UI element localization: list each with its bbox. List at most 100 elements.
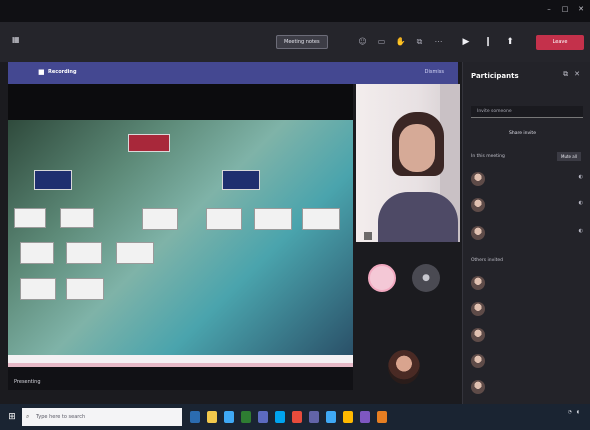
- participant-row[interactable]: ◐: [471, 196, 587, 216]
- taskbar-app-icon[interactable]: [326, 411, 336, 423]
- taskbar-app-icon[interactable]: [309, 411, 319, 423]
- avatar: [471, 328, 485, 342]
- windows-start-icon[interactable]: ⊞: [6, 411, 18, 423]
- participant-video-tile[interactable]: [356, 84, 460, 242]
- org-chart-box: [116, 242, 154, 264]
- dismiss-button[interactable]: Dismiss: [425, 69, 444, 75]
- org-chart-branch-right: [222, 170, 260, 190]
- taskbar-app-icon[interactable]: [343, 411, 353, 423]
- shared-content-stage: Presenting: [8, 84, 353, 390]
- raise-hand-icon[interactable]: ✋: [394, 34, 407, 50]
- taskbar-search-placeholder: Type here to search: [36, 414, 86, 420]
- system-tray: ◔ ◖: [568, 410, 584, 415]
- taskbar-app-icon[interactable]: [241, 411, 251, 423]
- notification-banner: ■ Recording Dismiss: [8, 62, 458, 84]
- taskbar-app-icon[interactable]: [224, 411, 234, 423]
- avatar: [471, 302, 485, 316]
- org-chart-box: [20, 278, 56, 300]
- mute-all-button[interactable]: Mute all: [557, 152, 581, 161]
- slide-footer-accent: [8, 363, 353, 367]
- org-chart-box: [20, 242, 54, 264]
- toolbar-controls: ▶ ❙ ⬆: [458, 34, 518, 50]
- participant-body: [378, 192, 458, 242]
- grid-icon[interactable]: ▦: [12, 35, 20, 44]
- close-icon[interactable]: ✕: [574, 70, 580, 79]
- camera-icon[interactable]: ▶: [458, 34, 474, 50]
- mic-icon: ◐: [578, 174, 583, 180]
- panel-title: Participants: [471, 72, 519, 80]
- org-chart-box: [14, 208, 46, 228]
- participant-row[interactable]: [471, 352, 587, 372]
- taskbar-app-icon[interactable]: [292, 411, 302, 423]
- pop-out-icon[interactable]: ⧉: [563, 70, 568, 79]
- search-icon: ⌕: [26, 413, 30, 420]
- maximize-button[interactable]: □: [560, 4, 570, 14]
- toolbar-left: ▦: [12, 35, 27, 44]
- participant-row[interactable]: [471, 378, 587, 398]
- wifi-icon[interactable]: ◔: [568, 410, 572, 415]
- avatar: [471, 226, 485, 240]
- participant-row[interactable]: ◐: [471, 170, 587, 190]
- avatar: [471, 380, 485, 394]
- window-controls: – □ ✕: [544, 4, 586, 14]
- video-tile-name: [364, 232, 372, 240]
- windows-taskbar: ⊞ ⌕ Type here to search ◔ ◖: [0, 404, 590, 430]
- org-chart-box: [60, 208, 94, 228]
- share-screen-icon[interactable]: ⬆: [502, 34, 518, 50]
- org-chart-top-box: [128, 134, 170, 152]
- others-section-label[interactable]: Others invited: [471, 258, 503, 263]
- org-chart-branch-left: [34, 170, 72, 190]
- mic-icon: ◐: [578, 228, 583, 234]
- toolbar-actions: ☺ ▭ ✋ ⧉ ⋯: [356, 34, 445, 50]
- panel-controls: ⧉ ✕: [563, 70, 580, 79]
- participant-photo-avatar[interactable]: [388, 350, 420, 384]
- org-chart-box: [142, 208, 178, 230]
- org-chart-box: [66, 278, 104, 300]
- participant-row[interactable]: [471, 274, 587, 294]
- invite-input[interactable]: Invite someone: [471, 106, 583, 118]
- volume-icon[interactable]: ◖: [577, 410, 579, 415]
- participants-icon[interactable]: ☺: [356, 34, 369, 50]
- meeting-toolbar: ▦ Meeting notes ☺ ▭ ✋ ⧉ ⋯ ▶ ❙ ⬆ Leave: [0, 22, 590, 62]
- participant-avatar-pink[interactable]: [368, 264, 396, 292]
- taskbar-app-icon[interactable]: [360, 411, 370, 423]
- taskbar-app-icon[interactable]: [207, 411, 217, 423]
- share-invite-button[interactable]: Share invite: [501, 128, 561, 140]
- share-header: [8, 84, 353, 120]
- leave-button[interactable]: Leave: [536, 35, 584, 50]
- avatar: [471, 354, 485, 368]
- taskbar-app-icon[interactable]: [275, 411, 285, 423]
- shared-slide: [8, 120, 353, 355]
- taskbar-app-icon[interactable]: [190, 411, 200, 423]
- person-icon[interactable]: ●: [412, 264, 440, 292]
- taskbar-app-icon[interactable]: [258, 411, 268, 423]
- presenter-label: Presenting: [14, 379, 41, 385]
- org-chart-box: [206, 208, 242, 230]
- org-chart-box: [302, 208, 340, 230]
- avatar: [471, 172, 485, 186]
- taskbar-apps: [190, 411, 387, 423]
- participant-face: [399, 124, 435, 172]
- taskbar-search-input[interactable]: ⌕ Type here to search: [22, 408, 182, 426]
- banner-title: Recording: [48, 69, 77, 75]
- taskbar-app-icon[interactable]: [377, 411, 387, 423]
- slide-footer-bar: [8, 355, 353, 363]
- more-options-icon[interactable]: ⋯: [432, 34, 445, 50]
- participant-row[interactable]: [471, 326, 587, 346]
- participants-panel: Participants ⧉ ✕ Invite someone Share in…: [462, 62, 590, 404]
- org-chart-box: [254, 208, 292, 230]
- close-window-button[interactable]: ✕: [576, 4, 586, 14]
- info-icon: ■: [38, 68, 45, 76]
- meeting-notes-button[interactable]: Meeting notes: [276, 35, 328, 49]
- rooms-icon[interactable]: ⧉: [413, 34, 426, 50]
- participant-row[interactable]: ◐: [471, 224, 587, 244]
- participant-row[interactable]: [471, 300, 587, 320]
- avatar: [471, 276, 485, 290]
- chat-icon[interactable]: ▭: [375, 34, 388, 50]
- mic-icon[interactable]: ❙: [480, 34, 496, 50]
- minimize-button[interactable]: –: [544, 4, 554, 14]
- in-meeting-section-label[interactable]: In this meeting: [471, 154, 505, 159]
- avatar: [471, 198, 485, 212]
- org-chart-box: [66, 242, 102, 264]
- mic-icon: ◐: [578, 200, 583, 206]
